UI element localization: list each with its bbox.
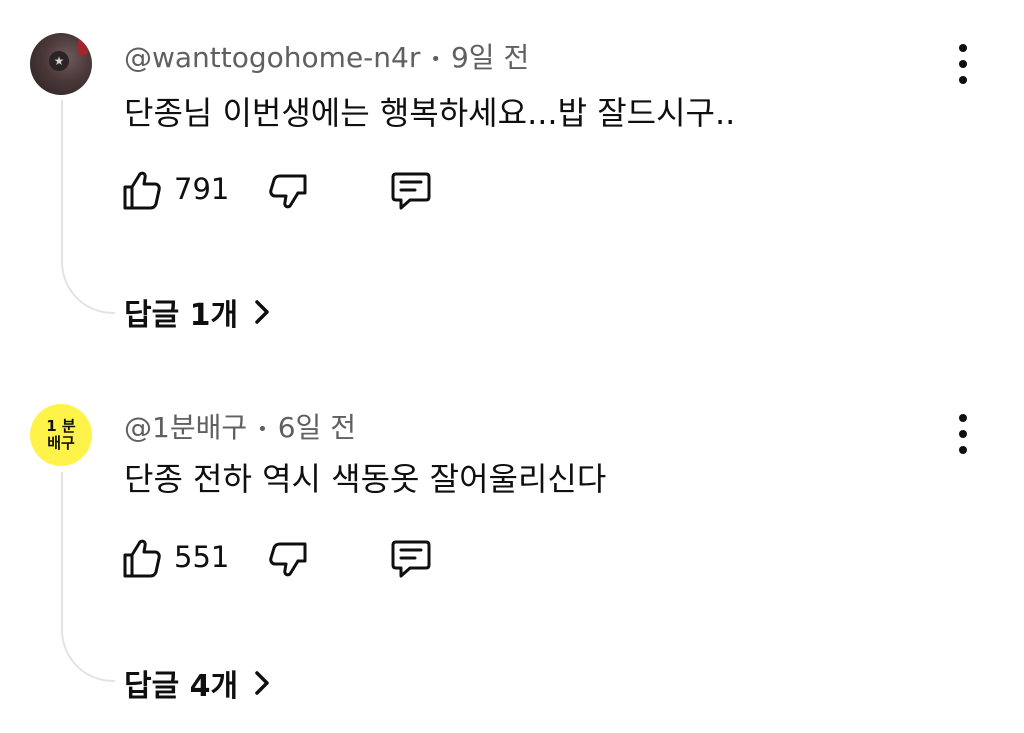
star-icon: ★ bbox=[49, 51, 69, 71]
more-vertical-icon[interactable] bbox=[950, 44, 976, 84]
comment-meta: @wanttogohome-n4r • 9일 전 bbox=[124, 36, 529, 76]
comment-item: ★ @wanttogohome-n4r • 9일 전 단종님 이번생에는 행복하세요… bbox=[0, 0, 1024, 363]
thumbs-up-icon[interactable] bbox=[120, 536, 164, 584]
avatar[interactable]: 1 분 배구 bbox=[30, 404, 92, 466]
avatar-text: 배구 bbox=[47, 434, 75, 452]
comment-time[interactable]: 6일 전 bbox=[278, 411, 356, 444]
thread-line bbox=[61, 100, 115, 314]
thread-line bbox=[61, 472, 115, 682]
comment-actions: 791 bbox=[120, 168, 460, 212]
avatar-decoration bbox=[78, 39, 88, 55]
thumbs-down-icon[interactable] bbox=[266, 536, 310, 584]
author-handle[interactable]: @1분배구 bbox=[124, 411, 247, 444]
replies-label: 답글 1개 bbox=[124, 298, 239, 333]
separator: • bbox=[257, 418, 268, 440]
more-vertical-icon[interactable] bbox=[950, 414, 976, 454]
chevron-right-icon bbox=[255, 671, 269, 695]
avatar[interactable]: ★ bbox=[30, 33, 92, 95]
comment-text: 단종 전하 역시 색동옷 잘어울리신다 bbox=[124, 460, 607, 498]
chevron-right-icon bbox=[255, 300, 269, 324]
comment-icon[interactable] bbox=[388, 168, 434, 216]
view-replies-button[interactable]: 답글 4개 bbox=[124, 661, 272, 705]
thumbs-up-icon[interactable] bbox=[120, 168, 164, 216]
comment-actions: 551 bbox=[120, 536, 460, 580]
author-handle[interactable]: @wanttogohome-n4r bbox=[124, 41, 420, 74]
like-count: 551 bbox=[174, 540, 230, 574]
thumbs-down-icon[interactable] bbox=[266, 168, 310, 216]
comment-text: 단종님 이번생에는 행복하세요...밥 잘드시구.. bbox=[124, 94, 736, 132]
view-replies-button[interactable]: 답글 1개 bbox=[124, 290, 272, 334]
comment-item: 1 분 배구 @1분배구 • 6일 전 단종 전하 역시 색동옷 잘어울리신다 55… bbox=[0, 370, 1024, 733]
comment-icon[interactable] bbox=[388, 536, 434, 584]
replies-label: 답글 4개 bbox=[124, 669, 239, 704]
comment-meta: @1분배구 • 6일 전 bbox=[124, 406, 356, 446]
like-count: 791 bbox=[174, 172, 230, 206]
comment-time[interactable]: 9일 전 bbox=[451, 41, 529, 74]
avatar-text: 1 분 bbox=[46, 417, 76, 435]
separator: • bbox=[430, 48, 441, 70]
